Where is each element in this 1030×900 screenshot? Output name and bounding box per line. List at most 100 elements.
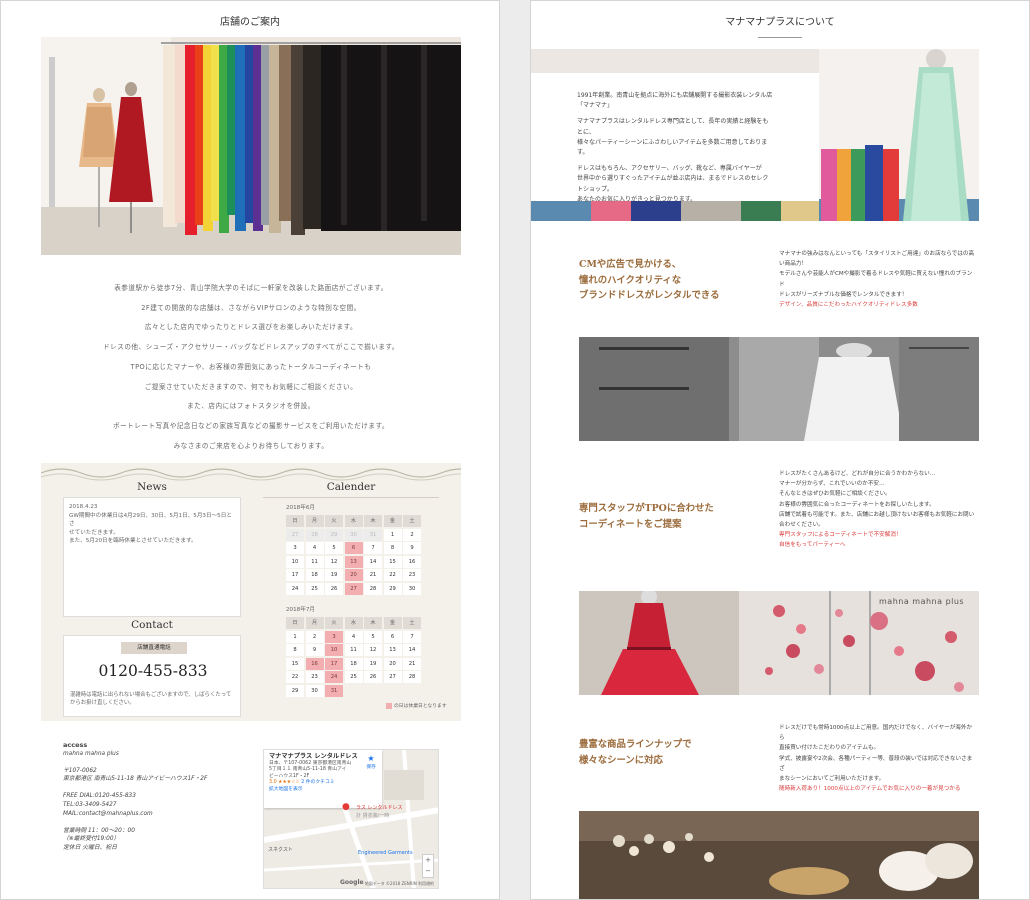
feature-body-line: ドレスだけでも常時1000点以上ご用意。国内だけでなく、バイヤーが海外から (779, 725, 973, 742)
calendar-day: 19 (325, 569, 343, 581)
about-line: 世界中から選りすぐったアイテムが並ぶ店内は、まるでドレスのセレクトショップ。 (577, 175, 769, 193)
intro-line: ポートレート写真や記念日などの家族写真などの撮影サービスをご利用いただけます。 (113, 421, 389, 430)
calendar-day: 7 (403, 630, 421, 643)
about-title: マナマナプラスについて (725, 17, 835, 28)
feature-body-line: 直接買い付けたこだわりのアイテムも。 (779, 745, 880, 752)
calendar-day-closed: 6 (344, 542, 363, 554)
calendar-day: 23 (403, 569, 421, 581)
map-larger-link[interactable]: 拡大地図を表示 (269, 787, 377, 794)
intro-line: 2F建ての開放的な店舗は、さながらVIPサロンのような特別な空間。 (141, 303, 361, 312)
calendar-day: 26 (325, 582, 343, 595)
calendar-day: 31 (364, 528, 382, 541)
calendar-day-closed: 17 (325, 657, 343, 670)
calendar-day: 3 (286, 542, 304, 554)
feature-body-line: ドレスがたくさんあるけど、どれが自分に合うかわからない… (779, 471, 936, 477)
feature-highlight: デザイン、品質にこだわったハイクオリティドレス多数 (779, 302, 918, 309)
calendar-day: 8 (286, 644, 304, 656)
about-paragraph: マナマナプラスはレンタルドレス専門店として、長年の実績と経験をもとに、 様々なパ… (577, 117, 773, 158)
about-panel: マナマナプラスについて 1991年創業。南青山を拠点に海外にも店舗展開する撮影衣… (530, 0, 1030, 900)
calendar-day-closed: 13 (344, 555, 363, 568)
map-rating: 3.0 (269, 780, 277, 785)
feature-body-line: マナーが分からず、これでいいのか不安… (779, 481, 885, 488)
calendar-day-closed: 27 (344, 582, 363, 595)
calendar-month-label: 2018年6月 (286, 505, 315, 511)
store-info-title: 店舗のご案内 (220, 17, 280, 28)
calendar-day: 28 (305, 528, 324, 541)
calendar-day: 17 (286, 569, 304, 581)
weekday-header: 日 (286, 515, 304, 527)
calendar-day-closed: 16 (305, 657, 324, 670)
calendar-day: 15 (286, 657, 304, 670)
zoom-out-button[interactable]: − (423, 866, 433, 877)
about-title-wrap: マナマナプラスについて (531, 1, 1029, 38)
phone-badge: 店舗直通電話 (121, 642, 187, 654)
calendar-day-closed: 24 (325, 671, 343, 683)
access-free-dial: FREE DIAL:0120-455-833 (63, 793, 136, 800)
feature-heading-line: 専門スタッフがTPOに合わせた (579, 503, 714, 514)
map-reviews-link[interactable]: 2 件のクチコミ (301, 780, 334, 785)
weekday-header: 月 (305, 617, 324, 629)
map-shop-label: Engineered Garments (358, 850, 413, 856)
weekday-header: 木 (364, 617, 382, 629)
feature-highlight: 自信をもってパーティーへ (779, 542, 846, 549)
access-mail[interactable]: MAIL:contact@mahnaplus.com (63, 810, 243, 819)
feature-body: マナマナの強みはなんといっても「スタイリストご用達」のお店ならではの高 い商品力… (779, 249, 975, 310)
map-zoom-control[interactable]: + − (422, 854, 434, 878)
calendar-day: 11 (344, 644, 363, 656)
news-line: GW期間中の休業日は4月29日、30日、5月1日、5月3日～5日とさ (69, 512, 232, 528)
calendar-june: 2018年6月 日月火水木金土 27 28 29 30 31 1 2 3 4 5 6 7 8 9 10 11 12… (286, 503, 421, 595)
feature-body-line: マナマナの強みはなんといっても「スタイリストご用達」のお店ならではの高 (779, 251, 975, 257)
weekday-header: 火 (325, 617, 343, 629)
feature-body: ドレスだけでも常時1000点以上ご用意。国内だけでなく、バイヤーが海外から 直接… (779, 723, 975, 794)
closed-swatch (386, 702, 392, 709)
calendar-day: 4 (344, 630, 363, 643)
map-save-button[interactable]: ★ 保存 (364, 754, 378, 770)
calendar-day-closed: 3 (325, 630, 343, 643)
phone-number[interactable]: 0120-455-833 (64, 662, 242, 680)
calendar-day: 30 (305, 684, 324, 697)
google-map[interactable]: マナマナプラス レンタルドレス 日本、〒107-0062 東京都港区南青山 5丁… (263, 749, 439, 889)
news-line: また、5月20日を臨時休業とさせていただきます。 (69, 538, 197, 544)
weekday-header: 土 (403, 515, 421, 527)
calendar-day: 14 (403, 644, 421, 656)
intro-line: 広々とした店内でゆったりとドレス選びをお楽しみいただけます。 (144, 323, 358, 332)
calendar-day: 29 (286, 684, 304, 697)
calendar-day: 25 (305, 582, 324, 595)
calendar-day: 22 (286, 671, 304, 683)
calendar-grid: 日月火水木金土 1 2 3 4 5 6 7 8 9 10 11 12 13 14 15 16 17 18 19 20 21… (286, 617, 421, 697)
weekday-header: 水 (344, 617, 363, 629)
feature-body-line: 店舗で試着も可能です。また、店舗にお越し頂けないお客様もお気軽にお問い (779, 511, 975, 518)
calendar-month-label: 2018年7月 (286, 607, 315, 613)
feature-highlight: 専門スタッフによるコーディネートで不安解消！ (779, 532, 902, 539)
news-date: 2018.4.23 (69, 504, 98, 510)
zoom-in-button[interactable]: + (423, 855, 433, 866)
about-hero: 1991年創業。南青山を拠点に海外にも店舗展開する撮影衣装レンタル店「マナマナ」… (531, 49, 979, 221)
calendar-day: 30 (403, 582, 421, 595)
access-tel: TEL:03-3409-5427 (63, 801, 117, 808)
calendar-day: 27 (286, 528, 304, 541)
contact-card: 店舗直通電話 0120-455-833 混雑時は電話に出られない場合もございます… (63, 635, 241, 717)
news-list[interactable]: 2018.4.23 GW期間中の休業日は4月29日、30日、5月1日、5月3日～… (63, 497, 241, 617)
map-attribution: 地図データ ©2018 ZENRIN 利用規約 (364, 881, 434, 886)
weekday-header: 火 (325, 515, 343, 527)
store-interior-photo (41, 37, 461, 255)
calendar-day: 24 (286, 582, 304, 595)
calendar-day: 19 (364, 657, 382, 670)
calendar-day: 27 (383, 671, 402, 683)
calendar-day: 6 (383, 630, 402, 643)
calendar-day: 15 (383, 555, 402, 568)
feature-body-line: お客様の雰囲気に合ったコーディネートをお探しいたします。 (779, 501, 935, 508)
calendar-day: 10 (286, 555, 304, 568)
map-pin-icon[interactable]: ● (342, 802, 350, 812)
access-address: 東京都港区 南青山5-11-18 青山アイビーハウス1F・2F (63, 776, 208, 783)
feature-heading-line: CMや広告で見かける、 (579, 259, 682, 270)
weekday-header: 日 (286, 617, 304, 629)
calendar-july: 2018年7月 日月火水木金土 1 2 3 4 5 6 7 8 9 10 11 12 13 14 15 16 17… (286, 605, 421, 697)
floral-garland (41, 468, 461, 481)
google-logo: Google (340, 879, 364, 886)
intro-line: 表参道駅から徒歩7分、青山学院大学のそばに一軒家を改装した路面店がございます。 (114, 284, 388, 292)
about-intro-card: 1991年創業。南青山を拠点に海外にも店舗展開する撮影衣装レンタル店「マナマナ」… (531, 73, 819, 203)
calendar-day: 29 (383, 582, 402, 595)
weekday-header: 金 (383, 617, 402, 629)
news-calendar-box: News 2018.4.23 GW期間中の休業日は4月29日、30日、5月1日、… (41, 463, 461, 721)
